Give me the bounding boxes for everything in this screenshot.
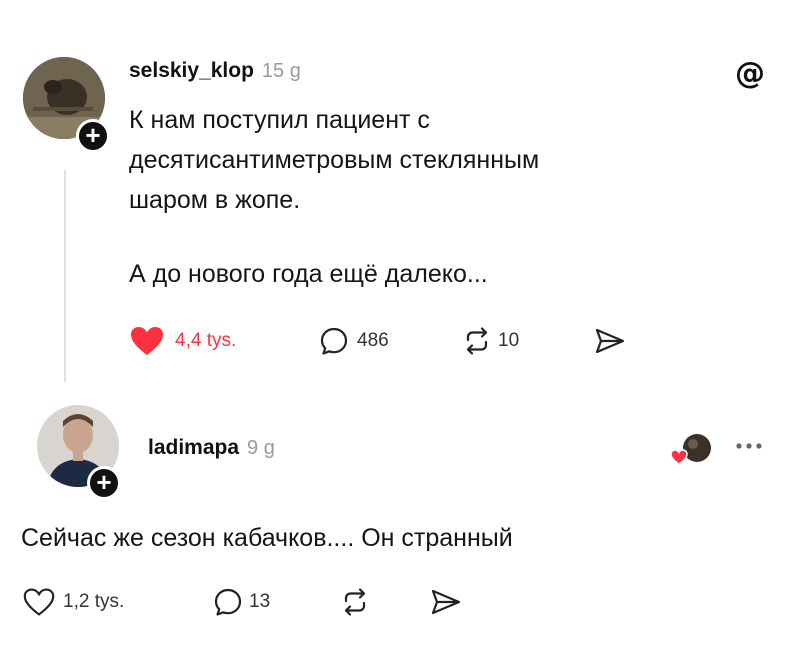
username[interactable]: ladimapa <box>148 436 239 459</box>
share-icon <box>431 589 461 615</box>
repost-icon <box>344 588 366 616</box>
comment-icon <box>320 327 348 355</box>
post-text-line: шаром в жопе. <box>129 186 301 214</box>
post-text-line: Сейчас же сезон кабачков.... Он странный <box>21 524 513 552</box>
thread-line <box>64 170 66 382</box>
repost-icon <box>466 327 488 355</box>
share-button[interactable] <box>594 327 626 355</box>
heart-icon <box>23 588 55 616</box>
post-text-line: К нам поступил пациент с <box>129 106 430 134</box>
like-count: 1,2 tys. <box>63 591 125 612</box>
repost-button[interactable]: 10 <box>462 326 519 356</box>
username[interactable]: selskiy_klop <box>129 59 254 82</box>
comment-count: 13 <box>249 591 271 612</box>
heart-icon <box>131 327 163 355</box>
repost-count: 10 <box>498 330 520 351</box>
svg-text:@: @ <box>735 56 765 90</box>
follow-plus-icon[interactable]: + <box>76 119 110 153</box>
comment-icon <box>214 588 242 616</box>
post-text-line: десятисантиметровым стеклянным <box>129 146 540 174</box>
repost-button[interactable] <box>340 587 370 617</box>
comment-button[interactable]: 13 <box>213 587 270 617</box>
share-icon <box>595 328 625 354</box>
timestamp: 15 g <box>261 60 301 82</box>
timestamp: 9 g <box>247 437 275 459</box>
like-button[interactable]: 4,4 tys. <box>129 325 236 357</box>
post-text-line: А до нового года ещё далеко... <box>129 260 488 288</box>
like-count: 4,4 tys. <box>175 330 237 351</box>
threads-logo-icon[interactable]: @ <box>733 56 767 91</box>
more-icon[interactable] <box>731 436 767 456</box>
like-button[interactable]: 1,2 tys. <box>23 587 124 617</box>
share-button[interactable] <box>430 588 462 616</box>
comment-button[interactable]: 486 <box>319 326 389 356</box>
comment-count: 486 <box>357 330 389 351</box>
follow-plus-icon[interactable]: + <box>87 466 121 500</box>
author-liked-indicator <box>669 432 713 468</box>
